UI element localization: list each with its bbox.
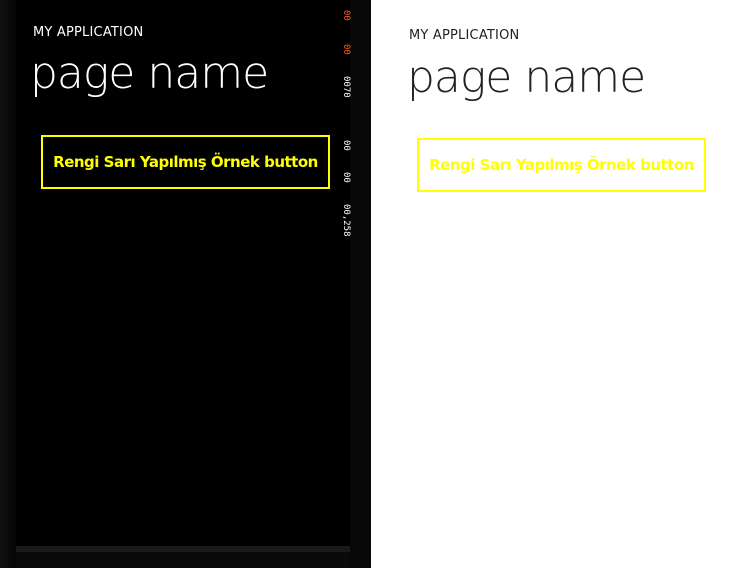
frame-rate-counters: 00 00 0070 00 00 00,258 [340, 10, 354, 270]
frame-counter: 00 [341, 172, 351, 183]
frame-counter: 00 [341, 44, 351, 55]
frame-counter: 00 [341, 10, 351, 21]
phone-frame-edge [0, 0, 16, 568]
dark-phone-panel: MY APPLICATION page name Rengi Sarı Yapı… [0, 0, 371, 568]
page-title: page name [407, 52, 646, 103]
app-title: MY APPLICATION [409, 28, 520, 43]
frame-counter: 0070 [341, 76, 351, 98]
frame-counter: 00,258 [341, 204, 351, 237]
phone-bottom-bar [16, 546, 350, 552]
frame-counter: 00 [341, 140, 351, 151]
light-phone-panel: MY APPLICATION page name Rengi Sarı Yapı… [371, 0, 751, 568]
app-title: MY APPLICATION [33, 25, 144, 40]
page-title: page name [30, 48, 269, 99]
sample-yellow-button[interactable]: Rengi Sarı Yapılmış Örnek button [417, 138, 706, 192]
sample-yellow-button[interactable]: Rengi Sarı Yapılmış Örnek button [41, 135, 330, 189]
